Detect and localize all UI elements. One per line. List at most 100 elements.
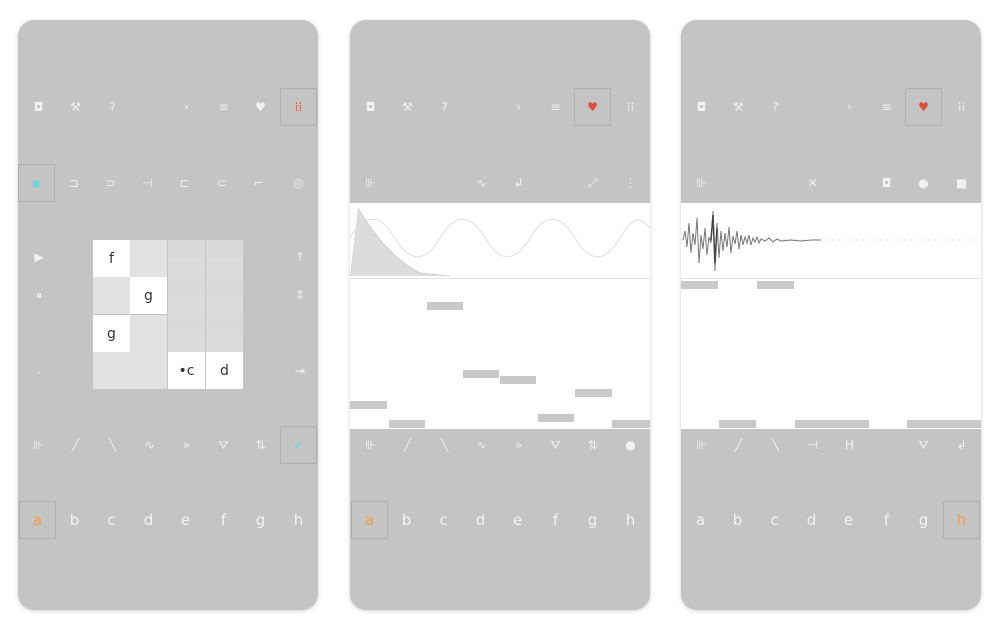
square-icon[interactable]: ◘: [352, 88, 389, 126]
letter-g[interactable]: g: [905, 501, 942, 539]
filter-icon[interactable]: ⛛: [537, 426, 574, 464]
menu-icon[interactable]: ≡: [205, 88, 242, 126]
grid-cell[interactable]: [206, 333, 243, 352]
help-icon[interactable]: ?: [757, 88, 794, 126]
letter-f[interactable]: f: [537, 501, 574, 539]
line-down-icon[interactable]: ╲: [757, 426, 794, 464]
letter-c[interactable]: c: [425, 501, 462, 539]
tool-icon-1[interactable]: ⊪: [352, 164, 389, 202]
line-down-icon[interactable]: ╲: [426, 426, 463, 464]
wrench-icon[interactable]: ⚒: [57, 88, 94, 126]
note-block[interactable]: [350, 401, 387, 409]
grid-icon[interactable]: ⁞⁞: [943, 88, 980, 126]
letter-b[interactable]: b: [56, 501, 93, 539]
tab-end-icon[interactable]: ⇥: [285, 356, 315, 386]
help-icon[interactable]: ?: [426, 88, 463, 126]
return-icon[interactable]: ↲: [943, 426, 980, 464]
letter-e[interactable]: e: [830, 501, 867, 539]
grid-cell[interactable]: [93, 277, 130, 314]
wave-icon[interactable]: ∿: [131, 426, 168, 464]
note-sequence[interactable]: [681, 278, 981, 429]
letter-g[interactable]: g: [574, 501, 611, 539]
letter-d[interactable]: d: [462, 501, 499, 539]
pattern-icon-3[interactable]: ⊃: [92, 164, 129, 202]
pattern-icon-7[interactable]: ⌐: [240, 164, 277, 202]
letter-a[interactable]: a: [682, 501, 719, 539]
line-up-icon[interactable]: ╱: [720, 426, 757, 464]
fast-forward-icon[interactable]: »: [500, 426, 537, 464]
grid-cell[interactable]: g: [93, 315, 130, 352]
expand-icon[interactable]: ⤢: [574, 164, 611, 202]
letter-b[interactable]: b: [719, 501, 756, 539]
swap-icon[interactable]: ⇅: [242, 426, 279, 464]
note-block[interactable]: [463, 370, 499, 378]
more-icon[interactable]: ⋮: [612, 164, 649, 202]
grid-cell[interactable]: [130, 352, 167, 389]
line-down-icon[interactable]: ╲: [94, 426, 131, 464]
tool-icon-1[interactable]: ⊪: [683, 164, 720, 202]
grid-cell[interactable]: [168, 258, 205, 277]
square-icon[interactable]: ◘: [683, 88, 720, 126]
grid-cell[interactable]: [168, 315, 205, 333]
heart-icon[interactable]: ♥: [574, 88, 611, 126]
grid-cell[interactable]: [130, 240, 167, 277]
grid-cell[interactable]: [206, 277, 243, 295]
check-icon[interactable]: ✓: [280, 426, 317, 464]
chevron-right-icon[interactable]: ›: [831, 88, 868, 126]
grid-cell[interactable]: [206, 240, 243, 258]
note-block[interactable]: [681, 281, 718, 289]
dot-icon[interactable]: ●: [612, 426, 649, 464]
pattern-icon-8[interactable]: ◎: [280, 164, 317, 202]
letter-a[interactable]: a: [19, 501, 56, 539]
grid-cell[interactable]: [168, 333, 205, 352]
letter-c[interactable]: c: [93, 501, 130, 539]
menu-icon[interactable]: ≡: [537, 88, 574, 126]
fast-forward-icon[interactable]: »: [168, 426, 205, 464]
grid-cell[interactable]: [168, 295, 205, 315]
tool-icon-1[interactable]: ⊪: [683, 426, 720, 464]
pattern-icon-4[interactable]: ⊣: [129, 164, 166, 202]
filter-icon[interactable]: ⛛: [205, 426, 242, 464]
return-icon[interactable]: ↲: [500, 164, 537, 202]
tool-icon-1[interactable]: ⊪: [20, 426, 57, 464]
note-block[interactable]: [757, 281, 794, 289]
grid-icon[interactable]: ⁞⁞: [280, 88, 317, 126]
note-block[interactable]: [575, 389, 612, 397]
letter-f[interactable]: f: [868, 501, 905, 539]
tool-icon-1[interactable]: ⊪: [352, 426, 389, 464]
square-icon[interactable]: ◘: [868, 164, 905, 202]
letter-h[interactable]: h: [612, 501, 649, 539]
note-block[interactable]: [538, 414, 574, 422]
square-icon[interactable]: ◘: [20, 88, 57, 126]
up-down-icon[interactable]: ⇕: [285, 280, 315, 310]
arrow-up-icon[interactable]: ↑: [285, 242, 315, 272]
note-block[interactable]: [500, 376, 536, 384]
help-icon[interactable]: ?: [94, 88, 131, 126]
envelope-waveform[interactable]: [350, 203, 650, 278]
letter-d[interactable]: d: [130, 501, 167, 539]
grid-cell[interactable]: •c: [168, 352, 205, 389]
pattern-icon-5[interactable]: ⊏: [166, 164, 203, 202]
heart-icon[interactable]: ♥: [242, 88, 279, 126]
play-icon[interactable]: ▶: [24, 242, 54, 272]
letter-g[interactable]: g: [242, 501, 279, 539]
grid-cell[interactable]: f: [93, 240, 130, 277]
grid-cell[interactable]: [206, 315, 243, 333]
grid-cell[interactable]: [206, 258, 243, 277]
record-icon[interactable]: ●: [905, 164, 942, 202]
close-icon[interactable]: ✕: [794, 164, 831, 202]
split-icon[interactable]: H: [831, 426, 868, 464]
filter-icon[interactable]: ⛛: [905, 426, 942, 464]
sample-waveform[interactable]: [681, 203, 981, 278]
trim-icon[interactable]: ⊣: [794, 426, 831, 464]
grid-cell[interactable]: [168, 277, 205, 295]
chevron-right-icon[interactable]: ›: [500, 88, 537, 126]
grid-icon[interactable]: ⁞⁞: [612, 88, 649, 126]
menu-icon[interactable]: ≡: [868, 88, 905, 126]
letter-c[interactable]: c: [756, 501, 793, 539]
letter-h[interactable]: h: [280, 501, 317, 539]
grid-cell[interactable]: [206, 295, 243, 315]
wave-icon[interactable]: ∿: [463, 426, 500, 464]
note-block[interactable]: [427, 302, 463, 310]
wave-icon[interactable]: ∿: [463, 164, 500, 202]
